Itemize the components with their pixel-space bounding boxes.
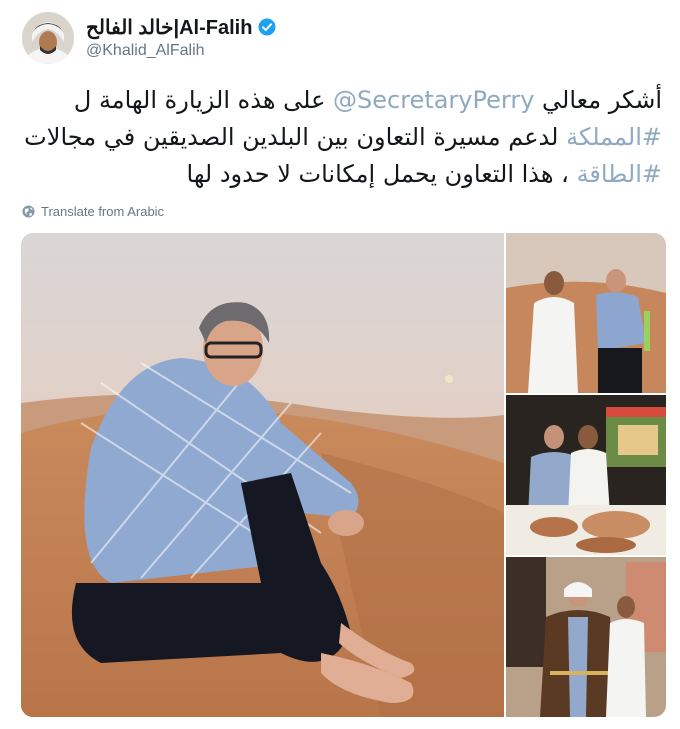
translate-button[interactable]: Translate from Arabic bbox=[22, 204, 164, 219]
main-photo[interactable] bbox=[21, 233, 504, 717]
tweet-text: أشكر معالي @SecretaryPerry على هذه الزيا… bbox=[18, 82, 662, 193]
tweet-line-2: #المملكة لدعم مسيرة التعاون بين البلدين … bbox=[18, 119, 662, 156]
translate-label: Translate from Arabic bbox=[41, 204, 165, 219]
tweet-text-part: ، هذا التعاون يحمل إمكانات لا حدود لها bbox=[186, 160, 577, 188]
photo-traditional-robe[interactable] bbox=[506, 557, 666, 717]
verified-badge-icon bbox=[258, 18, 276, 36]
photo-two-men-desert[interactable] bbox=[506, 233, 666, 393]
photo-robe-ceremony bbox=[506, 557, 666, 717]
mention-link[interactable]: @SecretaryPerry bbox=[333, 86, 534, 114]
tweet-text-part: أشكر معالي bbox=[534, 86, 662, 114]
photo-food-stall bbox=[506, 395, 666, 555]
profile-avatar bbox=[22, 12, 74, 64]
author-name-row[interactable]: خالد الفالح|Al-Falih bbox=[86, 14, 276, 40]
display-name[interactable]: خالد الفالح|Al-Falih bbox=[86, 15, 252, 40]
hashtag-link[interactable]: #المملكة bbox=[566, 123, 662, 151]
globe-icon bbox=[22, 205, 35, 218]
user-handle[interactable]: @Khalid_AlFalih bbox=[86, 42, 205, 60]
photo-two-men bbox=[506, 233, 666, 393]
tweet-text-part: على هذه الزيارة الهامة ل bbox=[73, 86, 334, 114]
avatar[interactable] bbox=[22, 12, 74, 64]
photo-market-stall[interactable] bbox=[506, 395, 666, 555]
tweet-text-part: لدعم مسيرة التعاون بين البلدين الصديقين … bbox=[24, 123, 567, 151]
tweet-line-3: #الطاقة ، هذا التعاون يحمل إمكانات لا حد… bbox=[18, 156, 662, 193]
hashtag-link[interactable]: #الطاقة bbox=[577, 160, 662, 188]
tweet-line-1: أشكر معالي @SecretaryPerry على هذه الزيا… bbox=[18, 82, 662, 119]
media-grid bbox=[21, 233, 666, 717]
photo-desert-man-sitting bbox=[21, 233, 504, 717]
